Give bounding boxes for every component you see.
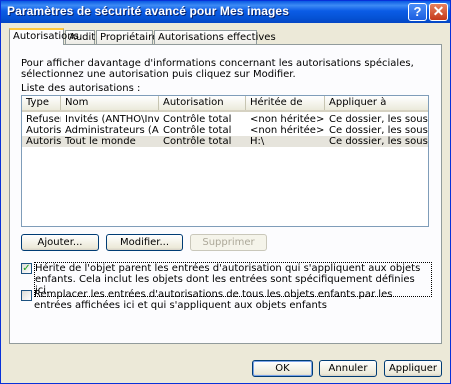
help-button[interactable]: ? (408, 3, 427, 21)
list-header: Type Nom Autorisation Héritée de Appliqu… (22, 96, 428, 112)
tab-proprietaire[interactable]: Propriétaire (96, 30, 158, 44)
row-permission: Contrôle total (163, 125, 232, 136)
help-icon: ? (413, 4, 422, 19)
row-permission: Contrôle total (163, 114, 232, 125)
table-row[interactable]: Autoriser Administrateurs (ANT... Contrô… (22, 125, 428, 136)
cancel-button[interactable]: Annuler (319, 360, 377, 377)
apply-button[interactable]: Appliquer (384, 360, 442, 377)
add-button[interactable]: Ajouter... (21, 234, 99, 251)
title-bar[interactable]: Paramètres de sécurité avancé pour Mes i… (1, 1, 450, 23)
row-apply-to: Ce dossier, les sous-d... (329, 125, 428, 136)
inherit-permissions-option[interactable]: ✓ Hérite de l'objet parent les entrées d… (21, 262, 432, 297)
permissions-list[interactable]: Type Nom Autorisation Héritée de Appliqu… (21, 95, 429, 227)
close-button[interactable]: ✕ (429, 3, 448, 21)
table-row[interactable]: Refuser Invités (ANTHO\Invit... Contrôle… (22, 114, 428, 125)
delete-button[interactable]: Supprimer (190, 234, 267, 251)
list-label: Liste des autorisations : (21, 83, 141, 94)
intro-text: Pour afficher davantage d'informations c… (21, 58, 414, 80)
row-apply-to: Ce dossier, les sous-d... (329, 114, 428, 125)
row-type: Autoriser (26, 136, 61, 147)
row-name: Tout le monde (65, 136, 136, 147)
column-header-type[interactable]: Type (22, 96, 61, 110)
security-dialog: Paramètres de sécurité avancé pour Mes i… (0, 0, 451, 384)
tab-autorisations-effectives[interactable]: Autorisations effectives (154, 30, 276, 44)
row-permission: Contrôle total (163, 136, 232, 147)
row-inherited: <non héritée> (250, 114, 325, 125)
row-inherited: <non héritée> (250, 125, 325, 136)
row-type: Autoriser (26, 125, 61, 136)
window-title: Paramètres de sécurité avancé pour Mes i… (7, 4, 289, 18)
close-icon: ✕ (432, 3, 445, 19)
modify-button[interactable]: Modifier... (106, 234, 183, 251)
column-header-name[interactable]: Nom (61, 96, 159, 110)
table-row-selected[interactable]: Autoriser Tout le monde Contrôle total H… (22, 136, 428, 147)
column-header-apply-to[interactable]: Appliquer à (325, 96, 428, 110)
replace-checkbox[interactable] (21, 290, 32, 301)
column-header-inherited[interactable]: Héritée de (246, 96, 325, 110)
replace-checkbox-label: Remplacer les entrées d'autorisations de… (34, 289, 393, 311)
row-name: Administrateurs (ANT... (65, 125, 159, 136)
inherit-checkbox[interactable]: ✓ (21, 263, 32, 274)
column-header-permission[interactable]: Autorisation (159, 96, 246, 110)
row-name: Invités (ANTHO\Invit... (65, 114, 159, 125)
row-apply-to: Ce dossier, les sous-d... (329, 136, 428, 147)
ok-button[interactable]: OK (252, 360, 313, 377)
replace-child-permissions-option[interactable]: Remplacer les entrées d'autorisations de… (21, 289, 431, 311)
row-inherited: H:\ (250, 136, 265, 147)
row-type: Refuser (26, 114, 61, 125)
tab-autorisations[interactable]: Autorisations (9, 28, 79, 45)
